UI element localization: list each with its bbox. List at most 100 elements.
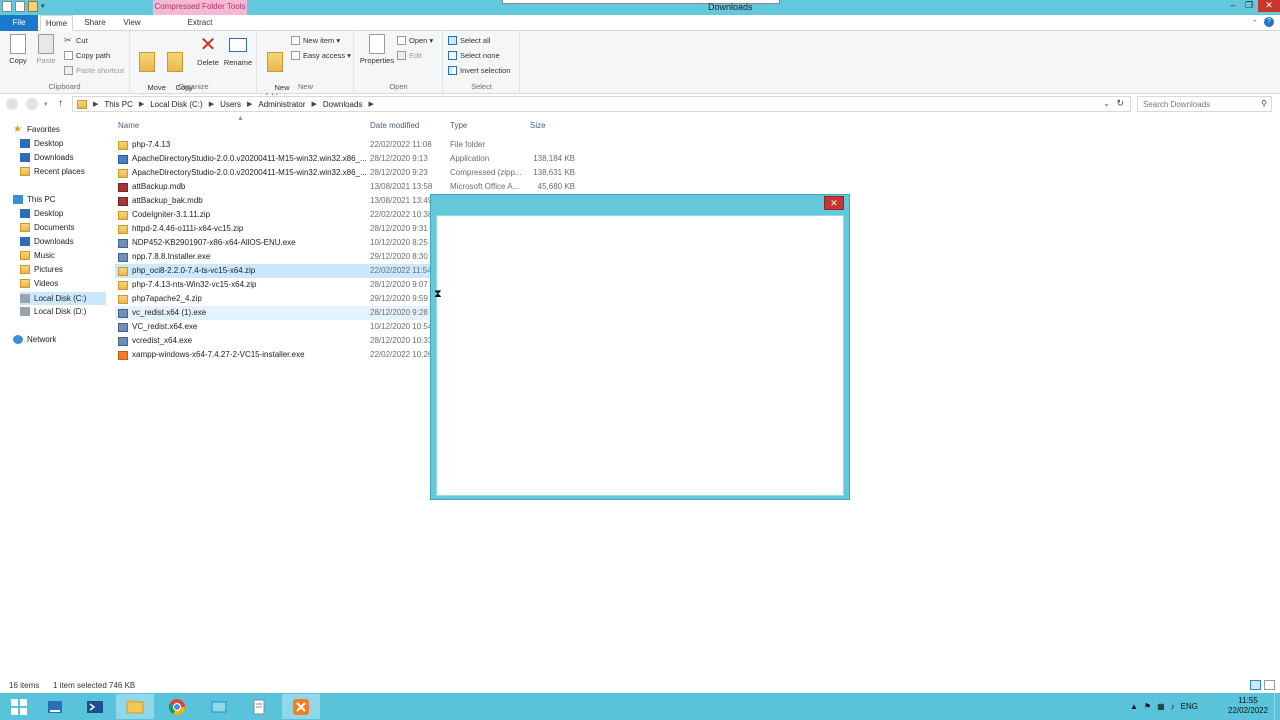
forward-button[interactable] xyxy=(26,98,38,110)
file-type: Compressed (zipp... xyxy=(450,168,522,177)
taskbar-server-manager[interactable] xyxy=(36,694,74,719)
flag-icon[interactable]: ⚑ xyxy=(1144,702,1151,711)
file-name: NDP452-KB2901907-x86-x64-AllOS-ENU.exe xyxy=(132,238,296,247)
nav-videos[interactable]: Videos xyxy=(20,279,58,288)
exe-icon xyxy=(118,309,128,318)
show-desktop-button[interactable] xyxy=(1274,693,1280,720)
volume-icon[interactable]: ♪ xyxy=(1171,702,1175,711)
file-name: ApacheDirectoryStudio-2.0.0.v20200411-M1… xyxy=(132,154,367,163)
tab-extract[interactable]: Extract xyxy=(174,15,226,31)
taskbar-file-explorer-2[interactable] xyxy=(200,694,238,719)
popup-close-button[interactable]: ✕ xyxy=(824,196,844,210)
copy-button[interactable]: Copy xyxy=(6,34,30,65)
search-input[interactable]: Search Downloads ⚲ xyxy=(1137,96,1272,112)
nav-pc-desktop[interactable]: Desktop xyxy=(20,209,63,218)
show-hidden-icons-icon[interactable]: ▲ xyxy=(1130,702,1138,711)
file-date: 28/12/2020 9:23 xyxy=(370,168,428,177)
collapse-ribbon-icon[interactable]: ⌃ xyxy=(1252,19,1258,27)
xampp-icon xyxy=(293,698,309,715)
nav-pc-downloads[interactable]: Downloads xyxy=(20,237,74,246)
recent-locations-icon[interactable]: ▾ xyxy=(44,100,48,108)
nav-favorites[interactable]: ★ Favorites xyxy=(13,125,60,135)
new-folder-icon[interactable] xyxy=(28,1,38,12)
tab-view[interactable]: View xyxy=(116,15,148,31)
new-item-button[interactable]: New item ▾ xyxy=(291,36,340,45)
network-tray-icon[interactable]: ▦ xyxy=(1157,702,1165,711)
file-row[interactable]: ApacheDirectoryStudio-2.0.0.v20200411-M1… xyxy=(115,166,575,180)
popup-window[interactable]: ✕ xyxy=(430,194,850,500)
copy-label: Copy xyxy=(9,56,27,65)
nav-desktop[interactable]: Desktop xyxy=(20,139,63,148)
easy-access-button[interactable]: Easy access ▾ xyxy=(291,51,351,60)
select-none-button[interactable]: Select none xyxy=(448,51,500,60)
copy-path-button[interactable]: Copy path xyxy=(64,51,110,60)
help-icon[interactable]: ? xyxy=(1264,17,1274,27)
column-header-date[interactable]: Date modified xyxy=(370,121,419,130)
tab-share[interactable]: Share xyxy=(78,15,112,31)
details-view-icon[interactable] xyxy=(1250,680,1261,690)
nav-recent-places[interactable]: Recent places xyxy=(20,167,85,176)
nav-documents[interactable]: Documents xyxy=(20,223,74,232)
properties-button[interactable]: Properties xyxy=(358,34,396,65)
nav-favorites-label: Favorites xyxy=(27,125,60,134)
nav-pictures[interactable]: Pictures xyxy=(20,265,63,274)
chevron-down-icon[interactable]: ⌄ xyxy=(1103,99,1110,108)
invert-selection-button[interactable]: Invert selection xyxy=(448,66,510,75)
tab-home[interactable]: Home xyxy=(40,15,73,31)
column-header-type[interactable]: Type xyxy=(450,121,467,130)
column-header-name[interactable]: Name xyxy=(118,121,139,130)
file-row[interactable]: attBackup.mdb 13/08/2021 13:58 Microsoft O… xyxy=(115,180,575,194)
maximize-button[interactable]: ❐ xyxy=(1242,0,1256,12)
tab-file[interactable]: File xyxy=(0,15,38,31)
open-icon xyxy=(397,36,406,45)
nav-this-pc[interactable]: This PC xyxy=(13,195,55,204)
file-type: Microsoft Office A... xyxy=(450,182,520,191)
close-button[interactable]: ✕ xyxy=(1258,0,1280,12)
breadcrumb-downloads[interactable]: Downloads xyxy=(323,100,363,109)
status-bar: 16 items 1 item selected 746 KB xyxy=(0,678,1280,693)
customize-qat-icon[interactable]: ▾ xyxy=(41,1,45,12)
open-button[interactable]: Open ▾ xyxy=(397,36,433,45)
nav-disk-c[interactable]: Local Disk (C:) xyxy=(20,292,106,305)
select-all-button[interactable]: Select all xyxy=(448,36,490,45)
breadcrumb-this-pc[interactable]: This PC xyxy=(104,100,132,109)
file-row[interactable]: ApacheDirectoryStudio-2.0.0.v20200411-M1… xyxy=(115,152,575,166)
taskbar-xampp[interactable] xyxy=(282,694,320,719)
zip-icon xyxy=(118,225,128,234)
explorer-icon[interactable] xyxy=(2,1,12,12)
paste-button[interactable]: Paste xyxy=(34,34,58,65)
edit-button[interactable]: Edit xyxy=(397,51,422,60)
breadcrumb-users[interactable]: Users xyxy=(220,100,241,109)
breadcrumb-disk-c[interactable]: Local Disk (C:) xyxy=(150,100,202,109)
minimize-button[interactable]: – xyxy=(1226,0,1240,12)
file-name: attBackup.mdb xyxy=(132,182,186,191)
notepad-icon xyxy=(253,699,265,714)
column-header-size[interactable]: Size xyxy=(530,121,546,130)
taskbar-notepad[interactable] xyxy=(240,694,278,719)
taskbar-chrome[interactable] xyxy=(158,694,196,719)
properties-icon[interactable] xyxy=(15,1,25,12)
delete-button[interactable]: ✕ Delete xyxy=(194,34,222,67)
nav-network[interactable]: Network xyxy=(13,335,56,344)
quick-access-toolbar: ▾ xyxy=(2,1,45,12)
taskbar-file-explorer[interactable] xyxy=(116,694,154,719)
documents-icon xyxy=(20,223,30,232)
app-icon xyxy=(118,155,128,164)
address-bar[interactable]: ▶ This PC ▶ Local Disk (C:) ▶ Users ▶ Ad… xyxy=(72,96,1131,112)
paste-shortcut-button[interactable]: Paste shortcut xyxy=(64,66,124,75)
large-icons-view-icon[interactable] xyxy=(1264,680,1275,690)
up-arrow-icon[interactable]: ↑ xyxy=(58,98,63,109)
start-button[interactable] xyxy=(0,694,38,719)
clock[interactable]: 11:55 22/02/2022 xyxy=(1228,696,1268,716)
refresh-icon[interactable]: ↻ xyxy=(1116,98,1124,109)
cut-button[interactable]: ✂ Cut xyxy=(64,36,88,46)
taskbar-powershell[interactable] xyxy=(76,694,114,719)
language-indicator[interactable]: ENG xyxy=(1181,702,1198,711)
rename-button[interactable]: Rename xyxy=(223,34,253,67)
file-row[interactable]: php-7.4.13 22/02/2022 11:08 File folder xyxy=(115,138,575,152)
breadcrumb-administrator[interactable]: Administrator xyxy=(258,100,305,109)
nav-music[interactable]: Music xyxy=(20,251,55,260)
back-button[interactable] xyxy=(6,98,18,110)
nav-downloads[interactable]: Downloads xyxy=(20,153,74,162)
nav-disk-d[interactable]: Local Disk (D:) xyxy=(20,307,86,316)
